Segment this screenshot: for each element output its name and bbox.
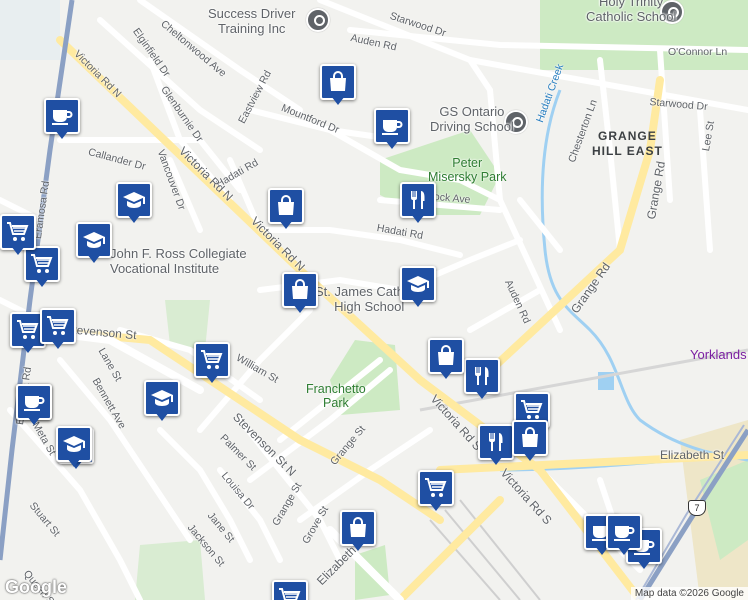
marker-pointer	[127, 214, 141, 223]
map-canvas[interactable]: GRANGE HILL EAST Yorklands Success Drive…	[0, 0, 748, 600]
poi-marker-shopping-cart[interactable]	[272, 580, 308, 600]
marker-box	[76, 222, 112, 258]
marker-box	[428, 338, 464, 374]
holy-trinity-label[interactable]: Holy Trinity Catholic School	[586, 0, 676, 24]
marker-box	[116, 182, 152, 218]
marker-pointer	[439, 370, 453, 379]
marker-pointer	[205, 374, 219, 383]
poi-marker-school[interactable]	[116, 182, 152, 226]
marker-pointer	[351, 542, 365, 551]
poi-marker-shopping-cart[interactable]	[40, 308, 76, 352]
marker-pointer	[293, 304, 307, 313]
street-label: Elizabeth St	[660, 448, 725, 462]
marker-pointer	[55, 130, 69, 139]
marker-box	[400, 266, 436, 302]
marker-box	[268, 188, 304, 224]
marker-box	[194, 342, 230, 378]
marker-box	[478, 424, 514, 460]
marker-pointer	[11, 246, 25, 255]
marker-pointer	[87, 254, 101, 263]
marker-pointer	[475, 390, 489, 399]
marker-pointer	[279, 220, 293, 229]
poi-marker-shopping-cart[interactable]	[0, 214, 36, 258]
marker-box	[144, 380, 180, 416]
marker-pointer	[51, 340, 65, 349]
marker-pointer	[411, 214, 425, 223]
marker-pointer	[523, 452, 537, 461]
highway-shield-icon: 7	[688, 500, 706, 516]
poi-marker-shopping-cart[interactable]	[194, 342, 230, 386]
marker-box	[418, 470, 454, 506]
marker-pointer	[411, 298, 425, 307]
poi-marker-shopping-bag[interactable]	[428, 338, 464, 382]
map-copyright: Map data ©2026 Google	[630, 587, 748, 600]
poi-marker-cafe[interactable]	[16, 384, 52, 428]
poi-marker-school[interactable]	[56, 426, 92, 470]
marker-box	[512, 420, 548, 456]
poi-marker-school[interactable]	[400, 266, 436, 310]
marker-box	[340, 510, 376, 546]
landmark-icon[interactable]	[306, 8, 330, 32]
poi-marker-cafe[interactable]	[606, 514, 642, 558]
marker-pointer	[35, 278, 49, 287]
poi-marker-shopping-bag[interactable]	[268, 188, 304, 232]
google-logo: Google	[5, 577, 67, 597]
marker-pointer	[67, 458, 81, 467]
marker-box	[374, 108, 410, 144]
franchetto-park-label[interactable]: Franchetto Park	[306, 382, 366, 410]
poi-marker-school[interactable]	[144, 380, 180, 424]
neighbourhood-label: GRANGE HILL EAST	[592, 129, 663, 158]
marker-box	[16, 384, 52, 420]
marker-pointer	[27, 416, 41, 425]
poi-marker-shopping-bag[interactable]	[320, 64, 356, 108]
success-driver-label[interactable]: Success Driver Training Inc	[208, 6, 295, 36]
marker-pointer	[429, 502, 443, 511]
marker-pointer	[617, 546, 631, 555]
poi-marker-shopping-bag[interactable]	[282, 272, 318, 316]
marker-pointer	[155, 412, 169, 421]
poi-marker-school[interactable]	[76, 222, 112, 266]
poi-marker-restaurant[interactable]	[478, 424, 514, 468]
gs-ontario-label[interactable]: GS Ontario Driving School	[430, 104, 514, 134]
marker-box	[282, 272, 318, 308]
marker-pointer	[331, 96, 345, 105]
marker-box	[400, 182, 436, 218]
yorklands-label: Yorklands	[690, 347, 747, 362]
poi-marker-shopping-cart[interactable]	[418, 470, 454, 514]
marker-box	[464, 358, 500, 394]
poi-marker-shopping-bag[interactable]	[512, 420, 548, 464]
john-ross-label[interactable]: John F. Ross Collegiate Vocational Insti…	[110, 246, 247, 276]
street-label: O'Connor Ln	[668, 46, 728, 58]
marker-pointer	[489, 456, 503, 465]
marker-pointer	[21, 344, 35, 353]
marker-box	[56, 426, 92, 462]
poi-marker-restaurant[interactable]	[400, 182, 436, 226]
marker-box	[40, 308, 76, 344]
marker-pointer	[637, 560, 651, 569]
marker-box	[44, 98, 80, 134]
poi-marker-cafe[interactable]	[44, 98, 80, 142]
poi-marker-cafe[interactable]	[374, 108, 410, 152]
marker-box	[606, 514, 642, 550]
poi-marker-restaurant[interactable]	[464, 358, 500, 402]
marker-pointer	[385, 140, 399, 149]
marker-box	[320, 64, 356, 100]
marker-box	[272, 580, 308, 600]
peter-misersky-park-label[interactable]: Peter Misersky Park	[428, 156, 506, 184]
marker-box	[0, 214, 36, 250]
poi-marker-shopping-bag[interactable]	[340, 510, 376, 554]
